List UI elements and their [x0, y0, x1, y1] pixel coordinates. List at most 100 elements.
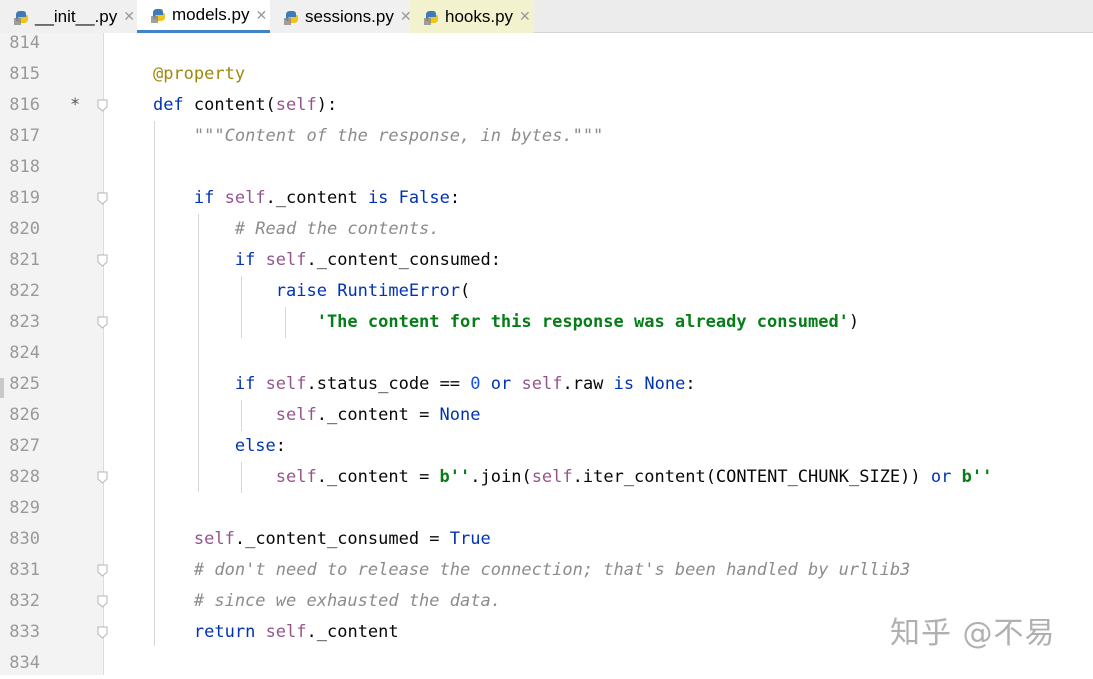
- override-marker-icon[interactable]: *: [70, 90, 80, 121]
- fold-toggle-icon[interactable]: [97, 595, 108, 608]
- line-number: 824: [9, 343, 40, 363]
- code-line[interactable]: 830 self._content_consumed = True: [0, 524, 1093, 555]
- token-str: b'': [961, 467, 993, 487]
- line-number: 832: [9, 591, 40, 611]
- line-number: 816: [9, 95, 40, 115]
- token: content(: [183, 95, 276, 115]
- token-str: b'': [439, 467, 471, 487]
- code-text: @property: [112, 59, 245, 90]
- line-number: 831: [9, 560, 40, 580]
- token: ):: [316, 95, 338, 115]
- token-dec: @property: [152, 64, 246, 84]
- token: .iter_content(CONTENT_CHUNK_SIZE)): [572, 467, 931, 487]
- token-doc: """Content of the response, in bytes.""": [193, 126, 604, 146]
- code-text: """Content of the response, in bytes.""": [112, 121, 603, 152]
- close-icon[interactable]: ✕: [255, 7, 267, 24]
- token-kw: is: [367, 188, 389, 208]
- line-number: 822: [9, 281, 40, 301]
- token-kw: None: [644, 374, 686, 394]
- line-number: 815: [9, 64, 40, 84]
- token-cmt: # don't need to release the connection; …: [193, 560, 911, 580]
- token: ._content_consumed =: [234, 529, 450, 549]
- code-line[interactable]: 816 * def content(self):: [0, 90, 1093, 121]
- token-str: 'The content for this response was alrea…: [316, 312, 849, 332]
- code-text: self._content_consumed = True: [112, 524, 491, 555]
- token-kw: False: [398, 188, 450, 208]
- fold-toggle-icon[interactable]: [97, 254, 108, 267]
- token-self: self: [521, 374, 563, 394]
- close-icon[interactable]: ✕: [123, 8, 135, 25]
- token: .raw: [562, 374, 614, 394]
- fold-toggle-icon[interactable]: [97, 99, 108, 112]
- code-line[interactable]: 818: [0, 152, 1093, 183]
- tab-label: models.py: [172, 5, 250, 24]
- code-line[interactable]: 828 self._content = b''.join(self.iter_c…: [0, 462, 1093, 493]
- code-line[interactable]: 831 # don't need to release the connecti…: [0, 555, 1093, 586]
- code-line[interactable]: 821 if self._content_consumed:: [0, 245, 1093, 276]
- token: ): [848, 312, 860, 332]
- code-line[interactable]: 817 """Content of the response, in bytes…: [0, 121, 1093, 152]
- line-number: 829: [9, 498, 40, 518]
- token-self: self: [531, 467, 573, 487]
- fold-toggle-icon[interactable]: [97, 471, 108, 484]
- token: ._content: [265, 188, 368, 208]
- fold-toggle-icon[interactable]: [97, 316, 108, 329]
- token-kw: if: [193, 188, 215, 208]
- code-text: def content(self):: [112, 90, 337, 121]
- code-line[interactable]: 820 # Read the contents.: [0, 214, 1093, 245]
- code-line[interactable]: 822 raise RuntimeError(: [0, 276, 1093, 307]
- line-number: 814: [9, 33, 40, 53]
- token: .join(: [470, 467, 532, 487]
- line-number: 828: [9, 467, 40, 487]
- token-self: self: [275, 467, 317, 487]
- code-line[interactable]: 815 @property: [0, 59, 1093, 90]
- token: :: [275, 436, 287, 456]
- token-self: self: [275, 405, 317, 425]
- line-number: 818: [9, 157, 40, 177]
- token-kw: is: [613, 374, 635, 394]
- token-self: self: [265, 250, 307, 270]
- tab-label: __init__.py: [35, 6, 118, 26]
- code-line[interactable]: 834: [0, 648, 1093, 679]
- code-line[interactable]: 829: [0, 493, 1093, 524]
- code-text: raise RuntimeError(: [112, 276, 471, 307]
- token-kw: or: [490, 374, 512, 394]
- code-line[interactable]: 814: [0, 28, 1093, 59]
- tab-label: hooks.py: [445, 6, 514, 26]
- code-text: # Read the contents.: [112, 214, 440, 245]
- code-text: return self._content: [112, 617, 399, 648]
- line-number: 826: [9, 405, 40, 425]
- token: :: [449, 188, 461, 208]
- code-line[interactable]: 824: [0, 338, 1093, 369]
- token: ._content =: [316, 467, 440, 487]
- fold-toggle-icon[interactable]: [97, 192, 108, 205]
- token: ._content: [306, 622, 399, 642]
- token: (: [460, 281, 471, 301]
- code-line[interactable]: 827 else:: [0, 431, 1093, 462]
- code-line[interactable]: 819 if self._content is False:: [0, 183, 1093, 214]
- fold-toggle-icon[interactable]: [97, 626, 108, 639]
- code-line[interactable]: 826 self._content = None: [0, 400, 1093, 431]
- code-line[interactable]: 823 'The content for this response was a…: [0, 307, 1093, 338]
- token-kw: def: [152, 95, 184, 115]
- code-text: # since we exhausted the data.: [112, 586, 501, 617]
- fold-toggle-icon[interactable]: [97, 564, 108, 577]
- code-line[interactable]: 825 if self.status_code == 0 or self.raw…: [0, 369, 1093, 400]
- token-kw: if: [234, 374, 256, 394]
- code-text: self._content = b''.join(self.iter_conte…: [112, 462, 993, 493]
- token-kw: else: [234, 436, 276, 456]
- close-icon[interactable]: ✕: [519, 8, 531, 25]
